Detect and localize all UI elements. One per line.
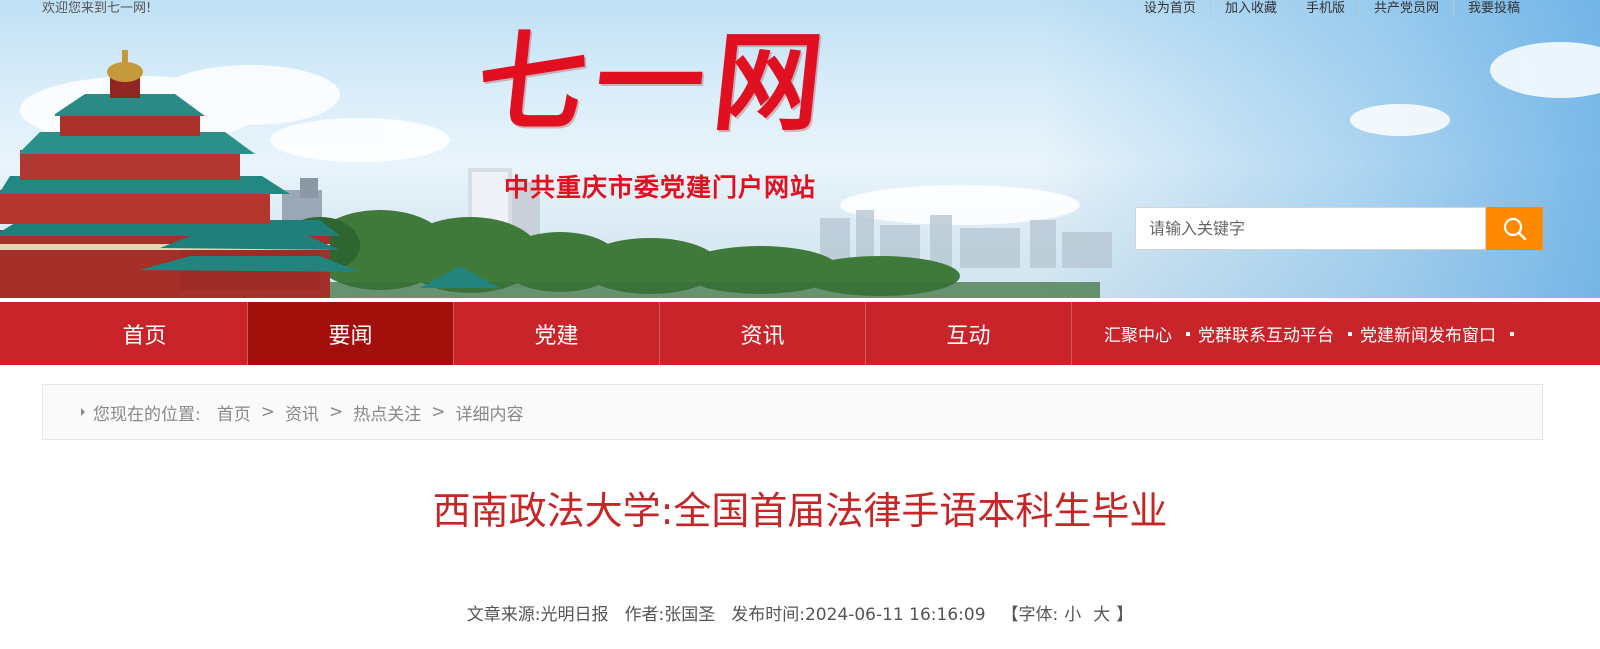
font-bracket-open: 【	[1001, 605, 1019, 625]
welcome-text: 欢迎您来到七一网!	[42, 1, 152, 16]
breadcrumb-information[interactable]: 资讯	[285, 400, 319, 425]
quick-link-hub[interactable]: 汇聚中心	[1104, 321, 1172, 346]
nav-item-news[interactable]: 要闻	[248, 302, 454, 365]
article-author: 张国圣	[664, 605, 716, 625]
top-links: 设为首页 加入收藏 手机版 共产党员网 我要投稿	[1130, 0, 1534, 18]
article-source: 光明日报	[540, 605, 609, 625]
article-title: 西南政法大学:全国首届法律手语本科生毕业	[432, 489, 1168, 533]
breadcrumb-separator: >	[260, 402, 275, 422]
breadcrumb-current: 详细内容	[455, 404, 524, 425]
nav-item-party-building[interactable]: 党建	[454, 302, 660, 365]
submit-article-link[interactable]: 我要投稿	[1452, 0, 1534, 18]
breadcrumb-separator: >	[431, 402, 446, 422]
time-label: 发布时间:	[731, 605, 805, 625]
bullet-icon	[1186, 331, 1190, 336]
search-button[interactable]	[1486, 207, 1543, 250]
party-member-site-link[interactable]: 共产党员网	[1358, 0, 1453, 18]
nav-item-information[interactable]: 资讯	[660, 302, 866, 365]
add-favorite-link[interactable]: 加入收藏	[1209, 0, 1291, 18]
quick-link-mass-contact[interactable]: 党群联系互动平台	[1198, 321, 1334, 346]
breadcrumb: 您现在的位置: 首页 > 资讯 > 热点关注 > 详细内容	[42, 384, 1543, 440]
site-logo-subtitle: 中共重庆市委党建门户网站	[504, 173, 817, 202]
breadcrumb-separator: >	[328, 402, 344, 422]
article-meta: 文章来源:光明日报 作者:张国圣 发布时间:2024-06-11 16:16:09 【…	[0, 600, 1600, 625]
quick-link-press-window[interactable]: 党建新闻发布窗口	[1360, 321, 1496, 346]
mobile-version-link[interactable]: 手机版	[1290, 0, 1359, 18]
caret-right-icon	[81, 408, 85, 416]
main-nav: 首页 要闻 党建 资讯 互动 汇聚中心 党群联系互动平台 党建新闻发布窗口	[0, 302, 1600, 365]
breadcrumb-hot-topics[interactable]: 热点关注	[353, 400, 421, 425]
font-bracket-close: 】	[1116, 605, 1134, 625]
search-input[interactable]	[1135, 207, 1486, 250]
nav-quick-links: 汇聚中心 党群联系互动平台 党建新闻发布窗口	[1072, 302, 1600, 365]
breadcrumb-lead: 您现在的位置:	[93, 404, 201, 425]
font-small-button[interactable]: 小	[1064, 600, 1081, 625]
font-size-label: 字体:	[1018, 605, 1059, 625]
author-label: 作者:	[624, 605, 665, 625]
header-banner: 欢迎您来到七一网! 设为首页 加入收藏 手机版 共产党员网 我要投稿 七一网 中…	[0, 0, 1600, 298]
set-homepage-link[interactable]: 设为首页	[1130, 0, 1210, 18]
search-icon	[1503, 217, 1526, 240]
bullet-icon	[1510, 331, 1514, 336]
nav-item-home[interactable]: 首页	[0, 302, 248, 365]
site-logo-title[interactable]: 七一网	[471, 18, 839, 148]
publish-time: 2024-06-11 16:16:09	[804, 605, 986, 625]
source-label: 文章来源:	[466, 605, 541, 625]
font-large-button[interactable]: 大	[1093, 600, 1110, 625]
breadcrumb-home[interactable]: 首页	[217, 400, 251, 425]
nav-item-interaction[interactable]: 互动	[866, 302, 1072, 365]
bullet-icon	[1348, 331, 1352, 336]
